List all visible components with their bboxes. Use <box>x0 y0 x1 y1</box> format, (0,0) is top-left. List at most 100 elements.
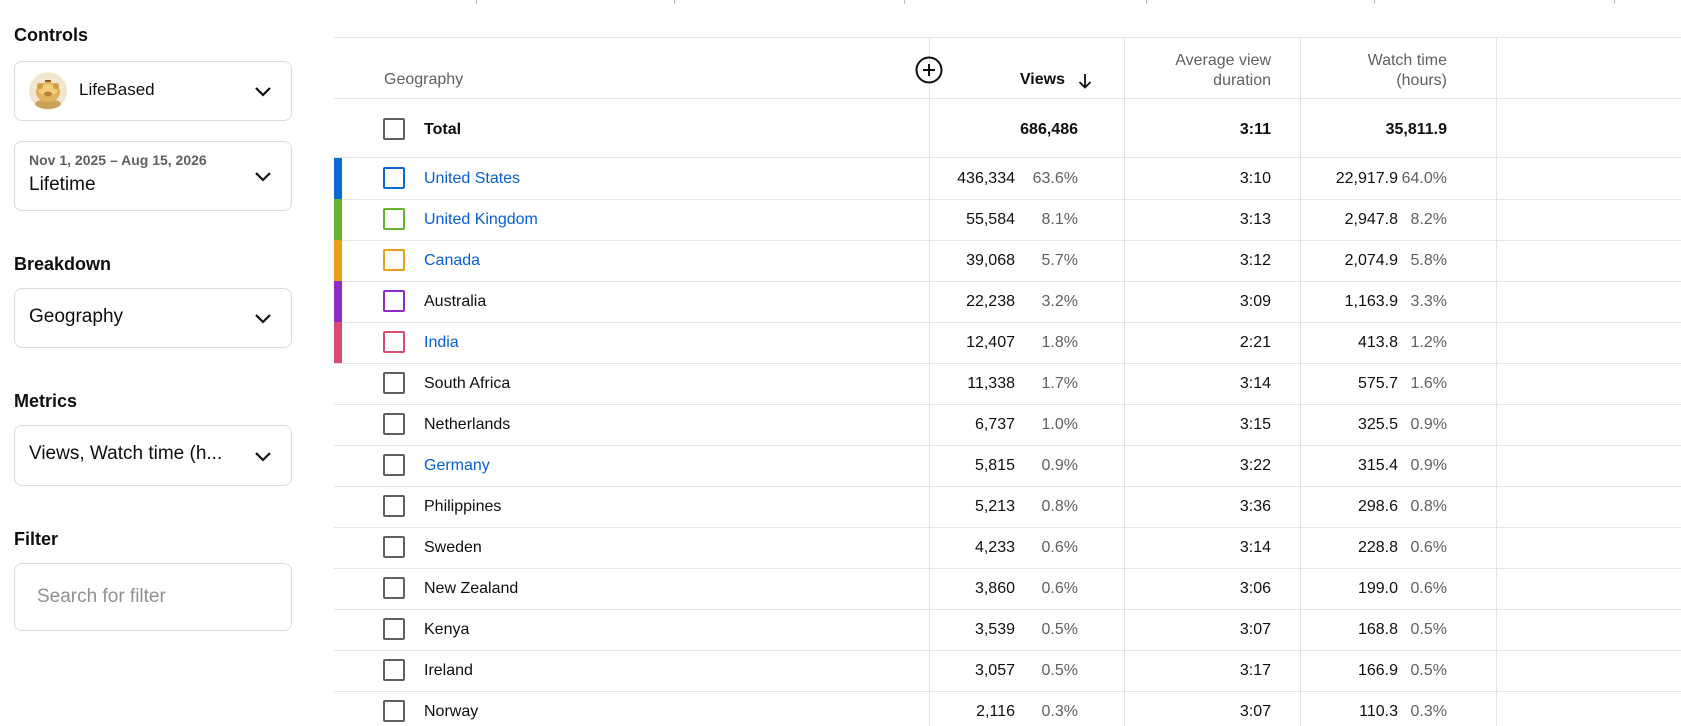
geography-name[interactable]: Canada <box>424 240 480 281</box>
column-divider <box>1146 0 1147 4</box>
select-all-checkbox[interactable] <box>383 118 405 140</box>
header-text-line: Average view <box>1175 52 1271 69</box>
watch-time-percent: 1.6% <box>1410 375 1447 392</box>
geography-name[interactable]: Germany <box>424 445 490 486</box>
watch-time-value: 298.6 <box>1357 498 1398 515</box>
avg-duration-value: 3:14 <box>1239 539 1271 556</box>
sort-descending-icon[interactable] <box>1076 72 1094 90</box>
row-checkbox[interactable] <box>383 536 405 558</box>
views-value: 5,213 <box>974 498 1015 515</box>
chevron-down-icon <box>255 172 271 182</box>
piggy-bank-icon <box>29 72 67 110</box>
table-row[interactable]: United Kingdom 55,584 8.1% 3:13 2,947.8 8.2% <box>334 199 1681 240</box>
row-checkbox[interactable] <box>383 372 405 394</box>
watch-time-value: 2,074.9 <box>1344 252 1398 269</box>
geography-name: Australia <box>424 293 487 310</box>
watch-time-value: 413.8 <box>1357 334 1398 351</box>
watch-time-value: 2,947.8 <box>1344 211 1398 228</box>
date-range-label: Lifetime <box>29 174 96 195</box>
filter-search-input[interactable] <box>14 563 292 631</box>
channel-dropdown[interactable]: LifeBased <box>14 61 292 121</box>
total-label: Total <box>424 121 462 138</box>
watch-time-value: 199.0 <box>1357 580 1398 597</box>
views-percent: 0.9% <box>1041 457 1078 474</box>
filter-title: Filter <box>14 529 59 549</box>
total-row: Total 686,486 3:11 35,811.9 <box>334 109 1681 150</box>
date-range-dropdown[interactable]: Nov 1, 2025 – Aug 15, 2026 Lifetime <box>14 141 292 211</box>
table-row[interactable]: Netherlands 6,737 1.0% 3:15 325.5 0.9% <box>334 404 1681 445</box>
row-checkbox[interactable] <box>383 659 405 681</box>
avg-duration-value: 3:12 <box>1239 252 1271 269</box>
table-row[interactable]: India 12,407 1.8% 2:21 413.8 1.2% <box>334 322 1681 363</box>
table-row[interactable]: Philippines 5,213 0.8% 3:36 298.6 0.8% <box>334 486 1681 527</box>
breakdown-dropdown[interactable]: Geography <box>14 288 292 348</box>
watch-time-value: 325.5 <box>1357 416 1398 433</box>
views-percent: 63.6% <box>1032 170 1078 187</box>
table-row[interactable]: Kenya 3,539 0.5% 3:07 168.8 0.5% <box>334 609 1681 650</box>
table-row[interactable]: New Zealand 3,860 0.6% 3:06 199.0 0.6% <box>334 568 1681 609</box>
table-row[interactable]: Germany 5,815 0.9% 3:22 315.4 0.9% <box>334 445 1681 486</box>
header-text-line: Watch time <box>1367 52 1447 69</box>
total-avg-duration: 3:11 <box>1239 121 1271 138</box>
table-row[interactable]: South Africa 11,338 1.7% 3:14 575.7 1.6% <box>334 363 1681 404</box>
column-divider <box>1614 0 1615 4</box>
geography-name[interactable]: United States <box>424 158 520 199</box>
views-value: 5,815 <box>974 457 1015 474</box>
views-percent: 1.7% <box>1041 375 1078 392</box>
avg-duration-value: 3:09 <box>1239 293 1271 310</box>
table-row[interactable]: Norway 2,116 0.3% 3:07 110.3 0.3% <box>334 691 1681 726</box>
add-column-icon[interactable] <box>914 55 944 85</box>
watch-time-percent: 64.0% <box>1401 170 1447 187</box>
table-row[interactable]: Sweden 4,233 0.6% 3:14 228.8 0.6% <box>334 527 1681 568</box>
row-checkbox[interactable] <box>383 208 405 230</box>
watch-time-percent: 8.2% <box>1410 211 1447 228</box>
table-row[interactable]: United States 436,334 63.6% 3:10 22,917.9 64.… <box>334 158 1681 199</box>
analytics-page: Controls LifeBased Nov 1, 2025 – Aug 15,… <box>0 0 1681 726</box>
row-checkbox[interactable] <box>383 700 405 722</box>
row-checkbox[interactable] <box>383 249 405 271</box>
views-value: 2,116 <box>976 703 1015 720</box>
header-bottom-border <box>334 98 1681 99</box>
column-header-watch-time[interactable]: Watch time (hours) <box>1314 51 1447 91</box>
watch-time-value: 22,917.9 <box>1335 170 1398 187</box>
row-checkbox[interactable] <box>383 618 405 640</box>
row-checkbox[interactable] <box>383 454 405 476</box>
avg-duration-value: 3:06 <box>1239 580 1271 597</box>
watch-time-value: 1,163.9 <box>1344 293 1398 310</box>
watch-time-percent: 0.8% <box>1410 498 1447 515</box>
geography-name: Sweden <box>424 539 482 556</box>
avg-duration-value: 3:14 <box>1239 375 1271 392</box>
views-value: 3,057 <box>974 662 1015 679</box>
series-color-bar <box>334 322 342 363</box>
watch-time-value: 168.8 <box>1357 621 1398 638</box>
table-row[interactable]: Canada 39,068 5.7% 3:12 2,074.9 5.8% <box>334 240 1681 281</box>
geography-table: Geography Views Average view duration Wa… <box>334 0 1681 726</box>
table-row[interactable]: Ireland 3,057 0.5% 3:17 166.9 0.5% <box>334 650 1681 691</box>
column-header-geography[interactable]: Geography <box>384 70 463 90</box>
metrics-value: Views, Watch time (h... <box>29 443 223 464</box>
controls-title: Controls <box>14 25 88 45</box>
watch-time-percent: 0.9% <box>1410 416 1447 433</box>
column-header-views[interactable]: Views <box>974 70 1065 90</box>
column-header-avg-duration[interactable]: Average view duration <box>1134 51 1271 91</box>
row-checkbox[interactable] <box>383 577 405 599</box>
row-checkbox[interactable] <box>383 413 405 435</box>
row-checkbox[interactable] <box>383 495 405 517</box>
geography-name: Kenya <box>424 621 470 638</box>
avg-duration-value: 2:21 <box>1239 334 1271 351</box>
column-divider <box>1374 0 1375 4</box>
row-checkbox[interactable] <box>383 290 405 312</box>
geography-name: South Africa <box>424 375 511 392</box>
avg-duration-value: 3:07 <box>1239 621 1271 638</box>
geography-name[interactable]: India <box>424 322 459 363</box>
row-checkbox[interactable] <box>383 331 405 353</box>
metrics-dropdown[interactable]: Views, Watch time (h... <box>14 425 292 486</box>
geography-name: Philippines <box>424 498 502 515</box>
table-row[interactable]: Australia 22,238 3.2% 3:09 1,163.9 3.3% <box>334 281 1681 322</box>
total-watch-time: 35,811.9 <box>1385 121 1447 138</box>
row-checkbox[interactable] <box>383 167 405 189</box>
avg-duration-value: 3:15 <box>1239 416 1271 433</box>
watch-time-percent: 3.3% <box>1410 293 1447 310</box>
geography-name[interactable]: United Kingdom <box>424 199 538 240</box>
views-value: 6,737 <box>974 416 1015 433</box>
